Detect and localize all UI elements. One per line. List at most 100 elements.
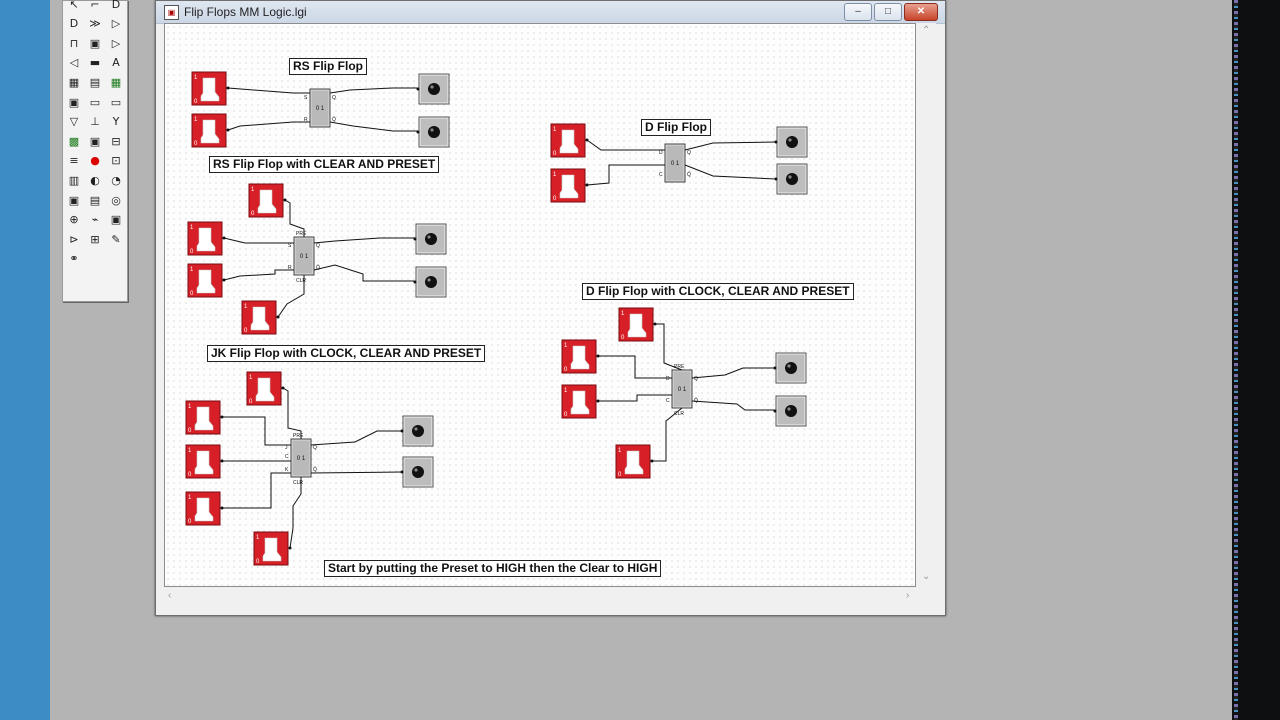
- input-switch[interactable]: 10: [187, 263, 226, 298]
- chip-input-pin-label: C: [659, 172, 663, 178]
- memory-tool-icon[interactable]: ▥: [65, 171, 83, 189]
- wire: [223, 237, 294, 244]
- xor-gate-tool-icon[interactable]: ≫: [86, 15, 104, 33]
- decoder-tool-icon[interactable]: ◔: [107, 171, 125, 189]
- chip-input-pin-label: D: [666, 376, 670, 382]
- wire: [691, 367, 775, 379]
- switch-tool-icon[interactable]: ⊟: [107, 132, 125, 150]
- seven-seg-tool-icon[interactable]: ▣: [107, 211, 125, 229]
- input-switch[interactable]: 10: [618, 307, 657, 342]
- led-glint: [788, 138, 792, 142]
- input-switch[interactable]: 10: [550, 168, 589, 203]
- flip-flop-chip: 0 1SRQQ̄: [304, 88, 336, 128]
- pointer-tool-icon[interactable]: ↖: [65, 0, 83, 13]
- title-bar[interactable]: ▣ Flip Flops MM Logic.lgi – □ ✕: [156, 1, 945, 24]
- desktop-right-edge: [1232, 0, 1280, 720]
- led-lamp-icon: [786, 173, 798, 185]
- wire: [329, 87, 418, 94]
- chip-input-pin-label: J: [285, 445, 288, 451]
- chip-qbar-label: Q̄: [687, 171, 691, 178]
- ascii-tool-icon[interactable]: ▤: [86, 73, 104, 91]
- wire: [289, 477, 302, 549]
- light-tool-icon[interactable]: ⊕: [65, 211, 83, 229]
- close-button[interactable]: ✕: [904, 3, 938, 21]
- schematic-canvas[interactable]: 10100 1 S R Q Q̄ 1 0 1 0 1 0 1 0 0 1 S R Q Q̄ PRE CLR 1 0 1 0 1 0…: [164, 23, 916, 587]
- encoder-tool-icon[interactable]: ▤: [86, 191, 104, 209]
- chip-q-label: Q: [313, 445, 317, 451]
- register-tool-icon[interactable]: ▽: [65, 113, 83, 131]
- wire: [586, 139, 665, 151]
- label-rs-clear-preset: RS Flip Flop with CLEAR AND PRESET: [209, 156, 440, 173]
- led-lamp-icon: [428, 126, 440, 138]
- power-tool-icon[interactable]: ≡: [65, 152, 83, 170]
- probe-tool-icon[interactable]: ●: [86, 152, 104, 170]
- input-switch[interactable]: 10: [185, 444, 224, 479]
- chip-tool-icon[interactable]: ▩: [65, 132, 83, 150]
- keyboard-tool-icon[interactable]: A: [107, 54, 125, 72]
- nand-tool-icon[interactable]: ▭: [107, 93, 125, 111]
- input-switch[interactable]: 10: [185, 491, 224, 526]
- chip-state-label: 0 1: [678, 387, 687, 393]
- vertical-scrollbar[interactable]: ⌃ ⌄: [916, 23, 936, 585]
- chip-clear-label: CLR: [674, 411, 684, 417]
- led-lamp-icon: [412, 466, 424, 478]
- led-lamp-icon: [785, 362, 797, 374]
- flipflop-tool-icon[interactable]: ▣: [86, 132, 104, 150]
- chip-q-label: Q: [687, 150, 691, 156]
- label-d-clock-clear-preset: D Flip Flop with CLOCK, CLEAR AND PRESET: [582, 283, 854, 300]
- horizontal-scrollbar[interactable]: ‹ ›: [164, 587, 916, 607]
- led-lamp-icon: [785, 405, 797, 417]
- input-switch[interactable]: 10: [185, 400, 224, 435]
- input-switch[interactable]: 10: [191, 71, 230, 106]
- display-tool-icon[interactable]: ▣: [65, 93, 83, 111]
- input-switch[interactable]: 10: [550, 123, 589, 158]
- timer-tool-icon[interactable]: ◎: [107, 191, 125, 209]
- bus-tool-icon[interactable]: ▭: [86, 93, 104, 111]
- input-switch[interactable]: 10: [561, 384, 600, 419]
- counter-tool-icon[interactable]: ◐: [86, 171, 104, 189]
- ground-tool-icon[interactable]: ⊥: [86, 113, 104, 131]
- input-switch[interactable]: 10: [615, 444, 654, 479]
- led-glint: [414, 427, 418, 431]
- desktop-left-edge: [0, 0, 50, 720]
- toolbox-palette: ↖ ⌐ D D ≫ ▷ ⊓ ▣ ▷ ◁ ▬ A ▦ ▤ ▦ ▣ ▭ ▭ ▽ ⊥ Y ▩ ▣ ⊟ ≡ ● ⊡ ▥ ◐ ◔ ▣ ▤ ◎ ⊕ ⌁ ▣ ⊳ ⊞ ✎ ⚭: [62, 0, 128, 302]
- input-switch[interactable]: 10: [187, 221, 226, 256]
- pen-tool-icon[interactable]: ✎: [107, 230, 125, 248]
- wire: [329, 121, 418, 132]
- and-gate-tool-icon[interactable]: D: [107, 0, 125, 13]
- bulb-tool-icon[interactable]: ⌁: [86, 211, 104, 229]
- speaker-tool-icon[interactable]: ◁: [65, 54, 83, 72]
- output-led: [413, 223, 447, 255]
- label-instructions: Start by putting the Preset to HIGH then…: [324, 560, 662, 577]
- input-switch[interactable]: 10: [246, 371, 285, 406]
- led-glint: [430, 85, 434, 89]
- wire-tool-icon[interactable]: ⌐: [86, 0, 104, 13]
- wire: [691, 400, 775, 411]
- connector-tool-icon[interactable]: ⚭: [65, 250, 83, 268]
- text-tool-icon[interactable]: ▦: [65, 73, 83, 91]
- chip-q-label: Q: [694, 376, 698, 382]
- led-lamp-icon: [425, 233, 437, 245]
- input-switch[interactable]: 10: [241, 300, 280, 335]
- grid-tool-icon[interactable]: ▦: [107, 73, 125, 91]
- input-switch[interactable]: 10: [253, 531, 292, 566]
- adder-tool-icon[interactable]: ▣: [65, 191, 83, 209]
- chip-preset-label: PRE: [296, 231, 307, 237]
- input-switch[interactable]: 10: [191, 113, 230, 148]
- input-switch[interactable]: 10: [248, 183, 287, 218]
- buffer-tool-icon[interactable]: ▷: [107, 15, 125, 33]
- or-gate-tool-icon[interactable]: D: [65, 15, 83, 33]
- module-tool-icon[interactable]: ▣: [86, 34, 104, 52]
- signal-tool-icon[interactable]: ⊳: [65, 230, 83, 248]
- wire: [310, 430, 402, 446]
- clock-tool-icon[interactable]: ⊓: [65, 34, 83, 52]
- input-switch[interactable]: 10: [561, 339, 600, 374]
- mux-tool-icon[interactable]: ⊞: [86, 230, 104, 248]
- filter-tool-icon[interactable]: Y: [107, 113, 125, 131]
- maximize-button[interactable]: □: [874, 3, 902, 21]
- inverter-tool-icon[interactable]: ▷: [107, 34, 125, 52]
- minimize-button[interactable]: –: [844, 3, 872, 21]
- led-tool-icon[interactable]: ⊡: [107, 152, 125, 170]
- led-glint: [788, 175, 792, 179]
- number-tool-icon[interactable]: ▬: [86, 54, 104, 72]
